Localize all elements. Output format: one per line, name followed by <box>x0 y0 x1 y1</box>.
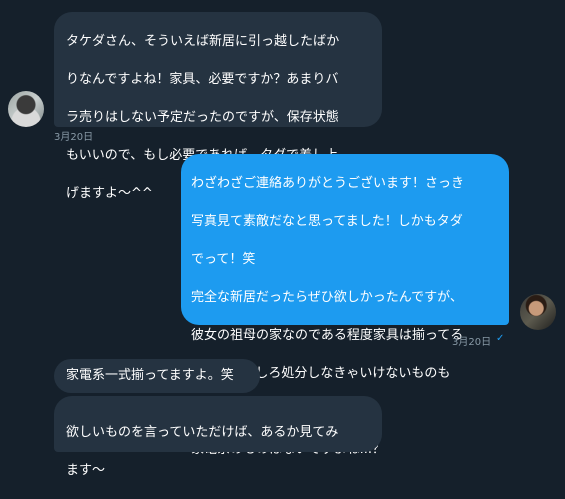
message-line: タケダさん、そういえば新居に引っ越したばか <box>66 34 340 49</box>
avatar[interactable] <box>520 294 556 330</box>
avatar[interactable] <box>8 91 44 127</box>
message-bubble-received: 欲しいものを言っていただけば、あるか見てみ ます〜 <box>54 396 382 478</box>
message-bubble-received: タケダさん、そういえば新居に引っ越したばか りなんですよね！家具、必要ですか？あ… <box>54 12 382 201</box>
message-bubble-received: 家電系一式揃ってますよ。笑 <box>54 359 260 393</box>
message-line: でって！笑 <box>191 252 256 267</box>
message-line: りなんですよね！家具、必要ですか？あまりバ <box>66 72 339 87</box>
message-line: 完全な新居だったらぜひ欲しかったんですが、 <box>191 290 463 305</box>
message-line: ラ売りはしない予定だったのですが、保存状態 <box>66 110 339 125</box>
message-timestamp: 3月20日 <box>54 132 94 143</box>
message-line: 欲しいものを言っていただけば、あるか見てみ <box>66 425 339 440</box>
message-line: 写真見て素敵だなと思ってました！しかもタダ <box>191 214 463 229</box>
message-line: わざわざご連絡ありがとうございます！さっき <box>191 176 465 191</box>
message-bubble-sent: わざわざご連絡ありがとうございます！さっき 写真見て素敵だなと思ってました！しか… <box>181 154 509 457</box>
message-timestamp: 3月20日 <box>452 337 492 348</box>
message-line: ます〜 <box>66 463 106 478</box>
read-check-icon: ✓ <box>496 333 505 344</box>
